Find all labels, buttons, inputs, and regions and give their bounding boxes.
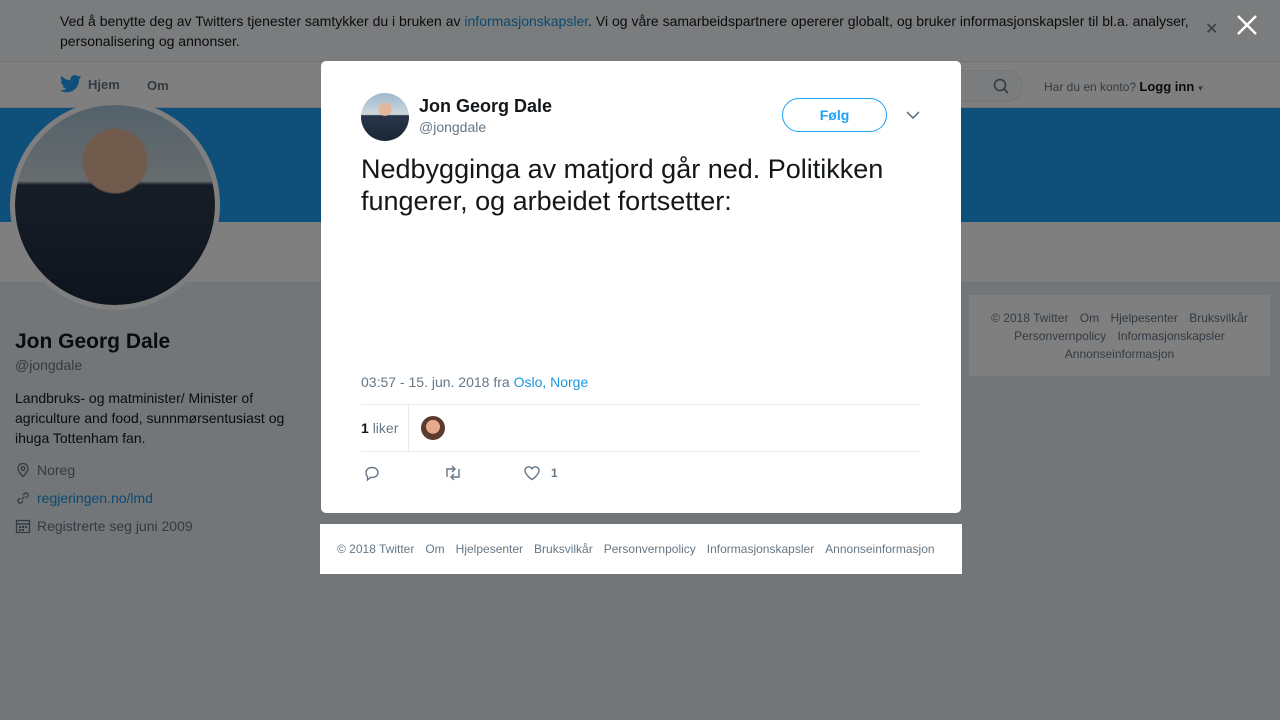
reply-button[interactable] (363, 464, 381, 482)
modal-footer: © 2018 Twitter Om Hjelpesenter Bruksvilk… (320, 524, 962, 574)
heart-icon (524, 466, 540, 481)
tweet-time-text[interactable]: 03:57 - 15. jun. 2018 fra (361, 374, 514, 390)
modal-footer-copyright: © 2018 Twitter (337, 542, 415, 556)
like-count: 1 (551, 466, 558, 480)
stats-divider (408, 405, 409, 451)
modal-footer-help[interactable]: Hjelpesenter (456, 542, 523, 556)
modal-footer-cookies[interactable]: Informasjonskapsler (707, 542, 814, 556)
modal-footer-terms[interactable]: Bruksvilkår (534, 542, 593, 556)
tweet-modal: Jon Georg Dale @jongdale Følg Nedbygging… (321, 61, 961, 513)
likes-label: liker (372, 420, 399, 436)
liker-avatar[interactable] (421, 416, 445, 440)
tweet-location-link[interactable]: Oslo, Norge (514, 374, 589, 390)
modal-footer-ads[interactable]: Annonseinformasjon (825, 542, 934, 556)
chevron-down-icon[interactable] (905, 107, 921, 123)
like-button[interactable]: 1 (523, 464, 558, 482)
tweet-author-name[interactable]: Jon Georg Dale (419, 96, 552, 117)
likes-stat[interactable]: 1 liker (361, 420, 398, 436)
close-icon[interactable] (1234, 12, 1260, 38)
tweet-timestamp: 03:57 - 15. jun. 2018 fra Oslo, Norge (361, 374, 588, 390)
tweet-author-handle[interactable]: @jongdale (419, 119, 486, 135)
retweet-icon (446, 465, 460, 481)
modal-footer-about[interactable]: Om (425, 542, 444, 556)
tweet-text: Nedbygginga av matjord går ned. Politikk… (361, 154, 884, 216)
tweet-author-avatar[interactable] (361, 93, 409, 141)
follow-button[interactable]: Følg (782, 98, 887, 132)
tweet-stats: 1 liker (361, 404, 921, 452)
retweet-button[interactable] (443, 464, 463, 482)
modal-footer-privacy[interactable]: Personvernpolicy (604, 542, 696, 556)
reply-icon (365, 466, 379, 482)
likes-count: 1 (361, 420, 369, 436)
